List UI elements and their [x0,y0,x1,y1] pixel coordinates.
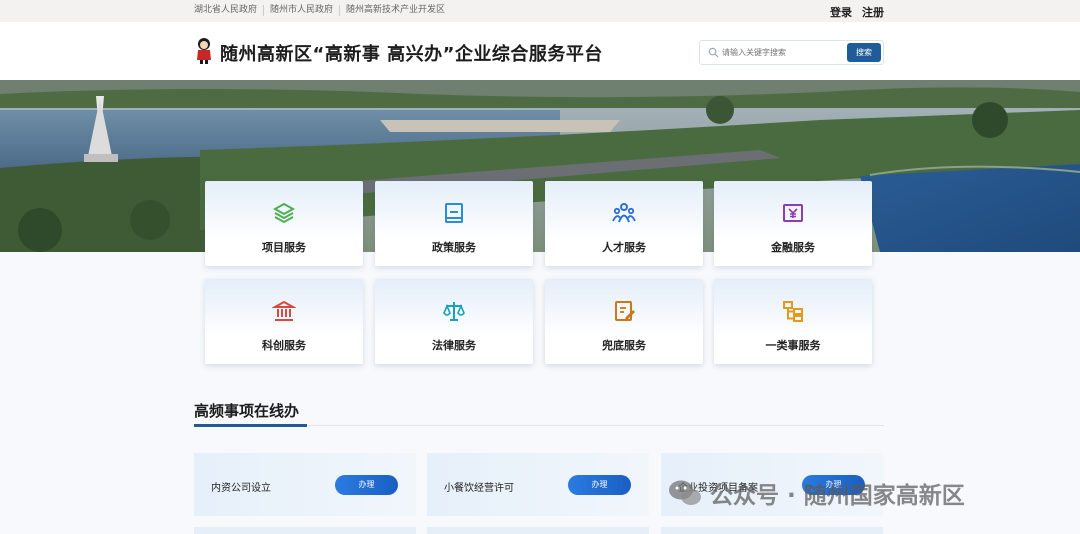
section-accent-bar [194,424,307,427]
service-label: 法律服务 [432,339,476,352]
search-input[interactable] [722,44,842,61]
gov-link-province[interactable]: 湖北省人民政府 [194,5,263,16]
task-card[interactable] [661,527,883,534]
task-name: 小餐饮经营许可 [444,483,514,494]
handle-button[interactable]: 办理 [568,475,631,495]
header: 随州高新区“高新事 高兴办”企业综合服务平台 搜索 [0,22,1080,80]
task-card[interactable]: 小餐饮经营许可 办理 [427,453,649,516]
service-card-talent[interactable]: 人才服务 [545,181,703,266]
yen-icon [783,204,803,222]
service-card-one-thing[interactable]: 一类事服务 [714,279,872,364]
scales-icon [443,302,465,321]
search-button[interactable]: 搜索 [847,43,881,62]
service-label: 人才服务 [602,241,646,254]
wechat-icon [669,480,701,505]
service-label: 政策服务 [432,241,476,254]
task-card[interactable]: 内资公司设立 办理 [194,453,416,516]
gov-link-zone[interactable]: 随州高新技术产业开发区 [339,5,451,16]
task-name: 内资公司设立 [211,483,271,494]
people-icon [612,203,636,223]
service-label: 项目服务 [262,241,306,254]
login-link[interactable]: 登录 [830,4,852,20]
watermark: 公众号 · 随州国家高新区 [668,476,965,510]
search-box: 搜索 [699,40,884,65]
auth-links: 登录 注册 [830,4,884,20]
service-label: 一类事服务 [765,339,821,352]
flow-chart-icon [783,301,803,322]
watermark-text: 公众号 · 随州国家高新区 [710,483,965,509]
book-icon [445,203,463,223]
service-card-innovation[interactable]: 科创服务 [205,279,363,364]
service-card-finance[interactable]: 金融服务 [714,181,872,266]
register-link[interactable]: 注册 [862,4,884,20]
service-card-safety-net[interactable]: 兜底服务 [545,279,703,364]
section-title: 高频事项在线办 [194,402,300,420]
service-card-legal[interactable]: 法律服务 [375,279,533,364]
layers-icon [272,202,296,224]
task-card[interactable] [427,527,649,534]
top-bar: 湖北省人民政府 随州市人民政府 随州高新技术产业开发区 登录 注册 [0,0,1080,22]
service-card-project[interactable]: 项目服务 [205,181,363,266]
gov-link-city[interactable]: 随州市人民政府 [263,5,339,16]
task-card[interactable] [194,527,416,534]
mascot-logo-icon [197,38,211,64]
service-label: 兜底服务 [602,339,646,352]
service-grid: 项目服务 政策服务 人才服务 金融服务 科创服务 法律服务 兜底服务 一类事服务 [205,181,875,366]
service-label: 科创服务 [262,339,306,352]
site-title: 随州高新区“高新事 高兴办”企业综合服务平台 [220,44,603,65]
search-icon [708,47,719,58]
edit-document-icon [615,301,635,321]
institution-icon [272,300,296,321]
service-label: 金融服务 [771,241,815,254]
gov-links: 湖北省人民政府 随州市人民政府 随州高新技术产业开发区 [194,5,451,16]
service-card-policy[interactable]: 政策服务 [375,181,533,266]
handle-button[interactable]: 办理 [335,475,398,495]
